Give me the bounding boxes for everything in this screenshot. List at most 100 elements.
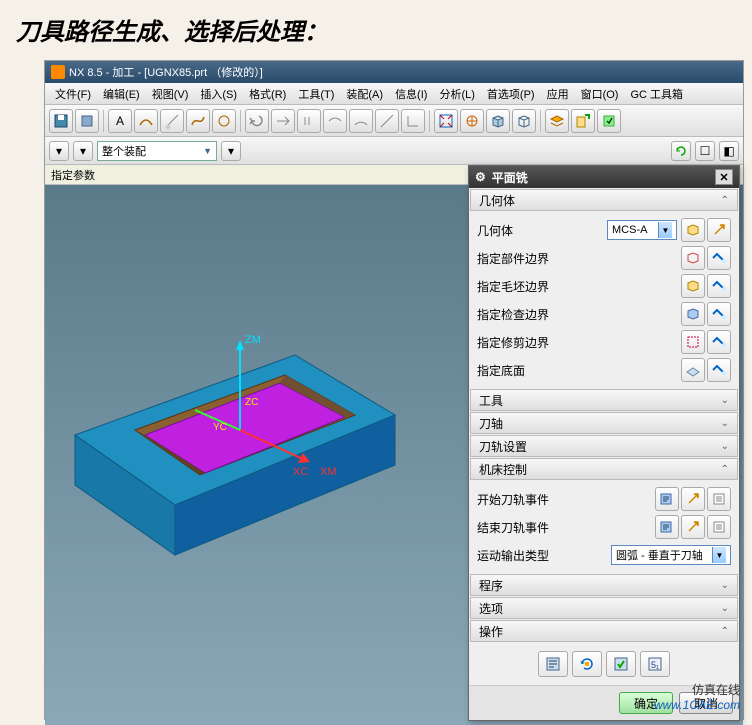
assembly-filter-combo[interactable]: 整个装配 ▼: [97, 141, 217, 161]
display-floor-icon[interactable]: [707, 358, 731, 382]
geometry-dropdown[interactable]: MCS-A ▼: [607, 220, 677, 240]
curve-icon[interactable]: [134, 109, 158, 133]
menu-assembly[interactable]: 装配(A): [340, 86, 389, 102]
toolbar-separator: [429, 110, 430, 132]
watermark-url: www.1CAE.com: [654, 698, 740, 712]
box-icon[interactable]: [486, 109, 510, 133]
section-program[interactable]: 程序 ⌄: [470, 574, 738, 596]
arc-icon[interactable]: [349, 109, 373, 133]
refresh-icon[interactable]: [671, 141, 691, 161]
menu-tools[interactable]: 工具(T): [292, 86, 340, 102]
spline-icon[interactable]: [186, 109, 210, 133]
section-label: 机床控制: [479, 461, 527, 478]
new-geometry-icon[interactable]: [707, 218, 731, 242]
select-trim-icon[interactable]: [681, 330, 705, 354]
geometry-label: 几何体: [477, 222, 607, 239]
annotation-icon[interactable]: A: [108, 109, 132, 133]
geometry-body: 几何体 MCS-A ▼ 指定部件边界 指定毛坯边界: [469, 212, 739, 388]
menu-application[interactable]: 应用: [541, 86, 575, 102]
motion-output-dropdown[interactable]: 圆弧 - 垂直于刀轴 ▼: [611, 545, 731, 565]
wrench-end-icon[interactable]: [681, 515, 705, 539]
orient-view-icon[interactable]: [460, 109, 484, 133]
section-options[interactable]: 选项 ⌄: [470, 597, 738, 619]
watermark: 仿真在线 www.1CAE.com: [654, 683, 740, 712]
dialog-titlebar[interactable]: ⚙ 平面铣 ✕: [469, 166, 739, 188]
undo-icon[interactable]: [245, 109, 269, 133]
edit-end-event-icon[interactable]: [655, 515, 679, 539]
menu-window[interactable]: 窗口(O): [575, 86, 625, 102]
display-part-icon[interactable]: [707, 246, 731, 270]
select-all-icon[interactable]: ☐: [695, 141, 715, 161]
chevron-up-icon: ⌃: [721, 464, 729, 475]
selection-filter-icon[interactable]: ▾: [73, 141, 93, 161]
section-path-settings[interactable]: 刀轨设置 ⌄: [470, 435, 738, 457]
menu-edit[interactable]: 编辑(E): [97, 86, 146, 102]
menu-insert[interactable]: 插入(S): [194, 86, 243, 102]
shape-icon[interactable]: [212, 109, 236, 133]
edit-start-event-icon[interactable]: [655, 487, 679, 511]
snap-icon[interactable]: ▾: [221, 141, 241, 161]
planar-mill-dialog: ⚙ 平面铣 ✕ 几何体 ⌃ 几何体 MCS-A ▼ 指定部件边界 指: [468, 165, 740, 721]
sketch-icon[interactable]: [160, 109, 184, 133]
chevron-down-icon: ⌄: [721, 441, 729, 452]
toolbar-separator: [240, 110, 241, 132]
menu-view[interactable]: 视图(V): [146, 86, 195, 102]
section-tool[interactable]: 工具 ⌄: [470, 389, 738, 411]
svg-text:YC: YC: [213, 422, 227, 433]
trim-icon[interactable]: [271, 109, 295, 133]
menu-analysis[interactable]: 分析(L): [433, 86, 480, 102]
dialog-title: 平面铣: [492, 169, 528, 186]
wrench-start-icon[interactable]: [681, 487, 705, 511]
menu-preferences[interactable]: 首选项(P): [481, 86, 541, 102]
list-end-icon[interactable]: [707, 515, 731, 539]
fit-view-icon[interactable]: [434, 109, 458, 133]
list-start-icon[interactable]: [707, 487, 731, 511]
section-label: 几何体: [479, 192, 515, 209]
section-axis[interactable]: 刀轴 ⌄: [470, 412, 738, 434]
menu-info[interactable]: 信息(I): [389, 86, 433, 102]
generate-icon[interactable]: [597, 109, 621, 133]
select-part-icon[interactable]: [681, 246, 705, 270]
wireframe-icon[interactable]: [512, 109, 536, 133]
generate-path-icon[interactable]: [538, 651, 568, 677]
nx-app-icon: [51, 65, 65, 79]
menu-gc-toolbox[interactable]: GC 工具箱: [624, 86, 689, 102]
filter-icon[interactable]: ▾: [49, 141, 69, 161]
floor-label: 指定底面: [477, 362, 681, 379]
layer-icon[interactable]: [545, 109, 569, 133]
chevron-down-icon: ▼: [658, 222, 672, 238]
section-machine-control[interactable]: 机床控制 ⌃: [470, 458, 738, 480]
display-trim-icon[interactable]: [707, 330, 731, 354]
extend-icon[interactable]: [323, 109, 347, 133]
save-button[interactable]: [49, 109, 73, 133]
close-button[interactable]: ✕: [715, 169, 733, 185]
offset-icon[interactable]: [297, 109, 321, 133]
menu-format[interactable]: 格式(R): [243, 86, 292, 102]
create-op-icon[interactable]: [571, 109, 595, 133]
section-label: 程序: [479, 577, 503, 594]
hide-icon[interactable]: ◧: [719, 141, 739, 161]
section-operation[interactable]: 操作 ⌃: [470, 620, 738, 642]
end-event-label: 结束刀轨事件: [477, 519, 655, 536]
list-path-icon[interactable]: 5₁: [640, 651, 670, 677]
menu-file[interactable]: 文件(F): [49, 86, 97, 102]
line-icon[interactable]: [375, 109, 399, 133]
select-check-icon[interactable]: [681, 302, 705, 326]
shaded-button[interactable]: [75, 109, 99, 133]
section-geometry[interactable]: 几何体 ⌃: [470, 189, 738, 211]
display-check-icon[interactable]: [707, 302, 731, 326]
part-boundary-label: 指定部件边界: [477, 250, 681, 267]
display-blank-icon[interactable]: [707, 274, 731, 298]
replay-path-icon[interactable]: [572, 651, 602, 677]
combo-value: 整个装配: [102, 143, 146, 159]
section-label: 操作: [479, 623, 503, 640]
chevron-down-icon: ⌄: [721, 580, 729, 591]
model-view: ZM ZC XC XM YC: [45, 185, 415, 585]
edit-geometry-icon[interactable]: [681, 218, 705, 242]
machine-body: 开始刀轨事件 结束刀轨事件 运动输出类型 圆弧 - 垂直于刀轴 ▼: [469, 481, 739, 573]
dropdown-value: 圆弧 - 垂直于刀轴: [616, 547, 703, 563]
corner-icon[interactable]: [401, 109, 425, 133]
select-blank-icon[interactable]: [681, 274, 705, 298]
verify-path-icon[interactable]: [606, 651, 636, 677]
select-floor-icon[interactable]: [681, 358, 705, 382]
